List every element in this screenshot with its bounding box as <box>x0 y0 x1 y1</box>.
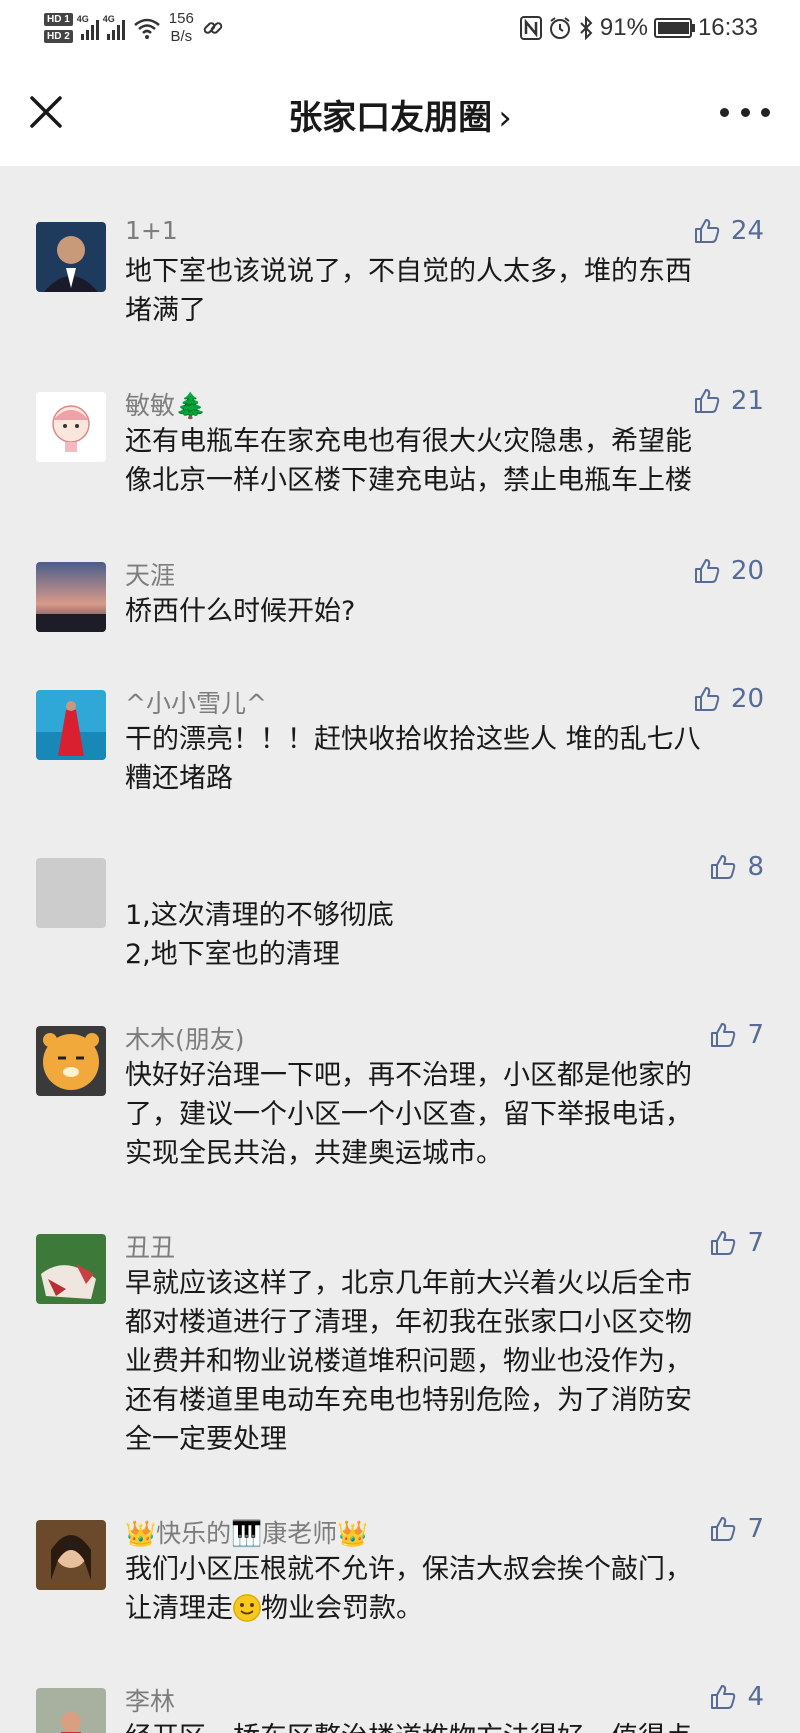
like-button[interactable]: 4 <box>709 1682 764 1712</box>
smile-emoji-icon <box>233 1594 261 1622</box>
like-count: 7 <box>747 1228 764 1258</box>
thumbs-up-icon <box>711 1517 736 1541</box>
avatar[interactable] <box>36 1520 106 1590</box>
more-dot <box>720 107 729 117</box>
signal-icon: 4G <box>103 14 125 40</box>
net1-label: 4G <box>76 14 89 24</box>
like-button[interactable]: 8 <box>709 852 764 882</box>
comment-author[interactable]: 丑丑 <box>125 1228 175 1264</box>
avatar[interactable] <box>36 858 106 928</box>
like-count: 7 <box>747 1020 764 1050</box>
comment-text: 还有电瓶车在家充电也有很大火灾隐患，希望能 像北京一样小区楼下建充电站，禁止电瓶… <box>125 426 692 496</box>
like-button[interactable]: 7 <box>709 1228 764 1258</box>
avatar[interactable] <box>36 222 106 292</box>
thumbs-up-icon <box>711 1685 736 1709</box>
speed-unit: B/s <box>170 28 193 45</box>
thumbs-up-icon <box>694 559 720 583</box>
like-count: 7 <box>747 1514 764 1544</box>
comment-text: 经开区，桥东区整治楼道堆物方法得好，值得点 <box>125 1718 765 1733</box>
comment-text: 桥西什么时候开始? <box>125 596 356 627</box>
hd-badges: HD 1 HD 2 <box>44 13 73 43</box>
net2-label: 4G <box>102 14 115 24</box>
like-count: 20 <box>730 684 764 714</box>
comment-author[interactable]: ^小小雪儿^ <box>125 684 267 720</box>
status-right: 91% 16:33 <box>519 14 758 42</box>
comment-author[interactable]: 天涯 <box>125 556 175 592</box>
thumbs-up-icon <box>694 219 720 243</box>
comment-author[interactable]: 敏敏🌲 <box>125 386 206 422</box>
hd2-badge: HD 2 <box>44 30 73 43</box>
avatar[interactable] <box>36 1688 106 1733</box>
chevron-right-icon: › <box>498 98 512 138</box>
thumbs-up-icon <box>711 1023 736 1047</box>
network-speed: 156 B/s <box>169 10 194 46</box>
more-dot <box>761 107 770 117</box>
hd1-badge: HD 1 <box>44 13 73 26</box>
page-title-text: 张家口友朋圈 <box>288 98 493 138</box>
signal-icon: 4G <box>77 14 99 40</box>
comment-text: 干的漂亮！！！赶快收拾收拾这些人 堆的乱七八 糟还堵路 <box>125 724 701 794</box>
comment-author[interactable]: 李林 <box>125 1682 175 1718</box>
like-count: 8 <box>747 852 764 882</box>
alarm-icon <box>549 17 570 39</box>
comment-text: 快好好治理一下吧，再不治理，小区都是他家的 了，建议一个小区一个小区查，留下举报… <box>125 1060 692 1169</box>
more-dot <box>740 107 750 117</box>
comment-text: 早就应该这样了，北京几年前大兴着火以后全市 都对楼道进行了清理，年初我在张家口小… <box>125 1268 692 1455</box>
thumbs-up-icon <box>694 687 720 711</box>
status-left: HD 1 HD 2 4G 4G 156 B/s <box>44 10 224 46</box>
nfc-icon <box>519 16 542 40</box>
clock: 16:33 <box>697 14 758 41</box>
comment-text-part: 物业会罚款。 <box>261 1593 423 1624</box>
like-count: 24 <box>730 216 764 246</box>
wifi-icon <box>133 18 160 39</box>
comment-text: 我们小区压根就不允许，保洁大叔会挨个敲门， 让清理走 物业会罚款。 <box>125 1550 765 1628</box>
link-icon <box>203 22 223 34</box>
more-button[interactable] <box>720 100 770 124</box>
like-button[interactable]: 7 <box>709 1514 764 1544</box>
avatar[interactable] <box>36 1026 106 1096</box>
comment-author[interactable]: 1+1 <box>125 216 178 245</box>
comment-author[interactable]: 👑快乐的🎹康老师👑 <box>125 1514 368 1550</box>
thumbs-up-icon <box>694 389 720 413</box>
like-button[interactable]: 21 <box>693 386 764 416</box>
bluetooth-icon <box>580 16 593 40</box>
comment-list: 1+1 24 地下室也该说说了，不自觉的人太多，堆的东西 堵满了 敏敏🌲 21 … <box>0 166 800 1733</box>
like-button[interactable]: 20 <box>693 684 764 714</box>
page-title[interactable]: 张家口友朋圈 › <box>0 90 800 139</box>
avatar[interactable] <box>36 392 106 462</box>
comment-author[interactable]: 木木(朋友) <box>125 1020 245 1056</box>
speed-value: 156 <box>168 10 194 27</box>
comment-text: 1,这次清理的不够彻底 2,地下室也的清理 <box>125 900 394 970</box>
like-button[interactable]: 20 <box>693 556 764 586</box>
comment-text: 地下室也该说说了，不自觉的人太多，堆的东西 堵满了 <box>125 256 692 326</box>
status-bar: HD 1 HD 2 4G 4G 156 B/s 91% 16:33 <box>0 0 800 60</box>
avatar[interactable] <box>36 1234 106 1304</box>
thumbs-up-icon <box>711 1231 736 1255</box>
avatar[interactable] <box>36 690 106 760</box>
nav-header: 张家口友朋圈 › <box>0 60 800 166</box>
avatar[interactable] <box>36 562 106 632</box>
battery-icon <box>653 18 695 38</box>
thumbs-up-icon <box>711 855 736 879</box>
like-button[interactable]: 24 <box>693 216 764 246</box>
like-count: 21 <box>730 386 764 416</box>
like-button[interactable]: 7 <box>709 1020 764 1050</box>
like-count: 20 <box>730 556 764 586</box>
battery-percent: 91% <box>599 14 648 41</box>
like-count: 4 <box>747 1682 764 1712</box>
battery-fill <box>657 22 689 34</box>
